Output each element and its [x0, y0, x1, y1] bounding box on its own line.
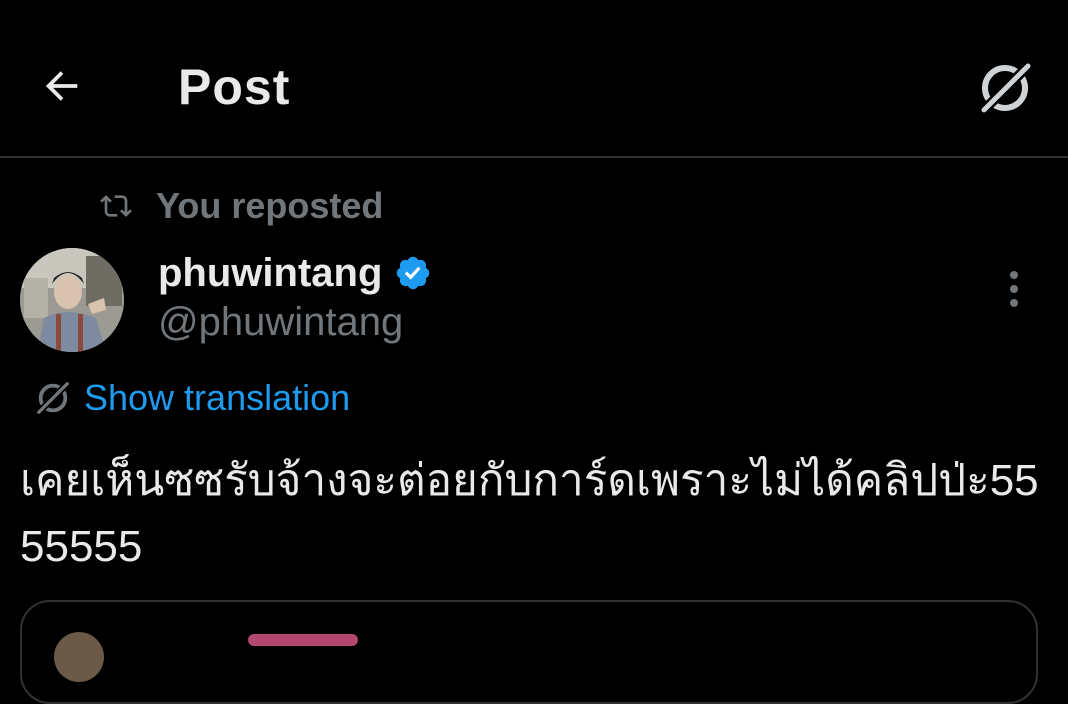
grok-button[interactable]: [970, 52, 1040, 122]
top-bar: Post: [0, 0, 1068, 158]
more-options-button[interactable]: [992, 264, 1036, 314]
page-title: Post: [178, 59, 291, 115]
show-translation-button[interactable]: Show translation: [34, 372, 350, 424]
verified-badge-icon: [397, 256, 430, 290]
social-context: You reposted: [98, 182, 383, 230]
author-handle[interactable]: @phuwintang: [158, 300, 403, 345]
quoted-post-card[interactable]: [20, 600, 1038, 704]
quoted-author-name-fragment: [248, 634, 358, 646]
back-button[interactable]: [32, 56, 92, 116]
show-translation-label: Show translation: [84, 377, 351, 418]
repost-icon: [98, 188, 134, 224]
quoted-author-avatar: [54, 632, 104, 682]
arrow-left-icon: [45, 71, 78, 101]
post-text: เคยเห็นซซรับจ้างจะต่อยกับการ์ดเพราะไม่ได…: [20, 456, 1039, 571]
repost-context-label: You reposted: [156, 185, 384, 226]
profile-photo: [20, 248, 124, 352]
grok-icon: [35, 380, 71, 416]
author-display-name[interactable]: phuwintang: [158, 251, 382, 296]
grok-icon: [978, 60, 1034, 116]
avatar[interactable]: [20, 248, 124, 352]
author-name-row: phuwintang: [158, 248, 432, 298]
more-vertical-icon: [1010, 271, 1018, 307]
